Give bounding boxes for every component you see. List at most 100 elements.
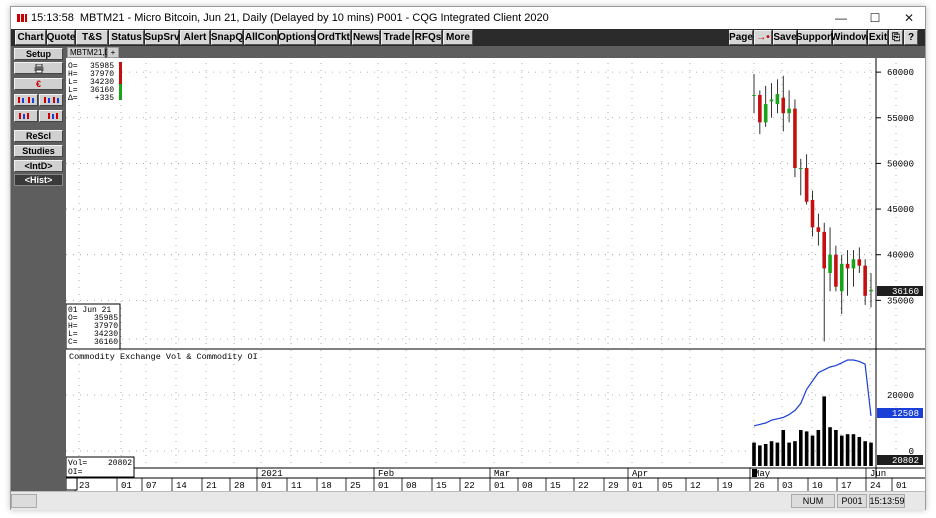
currency-button[interactable]: € xyxy=(14,78,63,90)
volume-bar xyxy=(799,430,803,466)
bars-right-icon xyxy=(48,113,58,119)
printer-icon xyxy=(34,63,43,73)
x-tick-label: 18 xyxy=(321,481,332,491)
candle-up xyxy=(769,99,774,102)
toolbar-button-save[interactable]: Save xyxy=(773,30,797,45)
bars-left-icon xyxy=(19,113,29,119)
price-tick-label: 40000 xyxy=(887,251,914,261)
toolbar-button-alert[interactable]: Alert xyxy=(180,30,210,45)
status-time: 15:13:59 xyxy=(869,494,905,508)
volume-bar xyxy=(752,442,756,466)
volume-bar xyxy=(763,444,768,466)
volume-legend: Vol= 20802 OI= xyxy=(65,456,135,478)
volume-bar xyxy=(775,442,780,466)
x-tick-label: 12 xyxy=(690,481,701,491)
x-tick-label: 29 xyxy=(608,481,619,491)
toolbar-button-support[interactable]: Support xyxy=(796,30,834,45)
toolbar-button-page[interactable]: Page xyxy=(729,30,753,45)
chart-area[interactable]: 60000 55000 50000 45000 40000 35000 36160 O= … xyxy=(65,58,925,508)
x-tick-label: 01 xyxy=(378,481,389,491)
toolbar-button-ordtkt[interactable]: OrdTkt xyxy=(316,30,351,45)
candle-up xyxy=(775,94,780,105)
left-toolbar: Setup € ReScl Studies <IntD> <Hist> xyxy=(11,46,66,491)
toolbar-button-chart[interactable]: Chart xyxy=(15,30,46,45)
title-bar: 15:13:58 MBTM21 - Micro Bitcoin, Jun 21,… xyxy=(11,7,925,29)
price-tick-label: 35000 xyxy=(887,296,914,306)
zoom-out-button[interactable] xyxy=(14,94,38,106)
toolbar-button-allcon[interactable]: AllCon xyxy=(244,30,278,45)
oi-value-label: 12508 xyxy=(892,409,919,419)
zoom-in-button[interactable] xyxy=(39,94,63,106)
toolbar-button-window[interactable]: Window xyxy=(831,30,869,45)
rescale-button[interactable]: ReScl xyxy=(14,130,63,142)
toolbar-button-news[interactable]: News xyxy=(352,30,380,45)
x-tick-label: 24 xyxy=(870,481,881,491)
print-button[interactable] xyxy=(14,62,63,74)
vol-value-tag: 20802 xyxy=(877,455,923,466)
scroll-start-box xyxy=(65,477,78,491)
ohlc-range-bar-red xyxy=(119,62,122,84)
month-label: Apr xyxy=(632,469,648,479)
volume-bar xyxy=(857,437,862,466)
price-tick-label: 45000 xyxy=(887,205,914,215)
volume-bar xyxy=(787,442,791,466)
volume-bar xyxy=(793,441,797,466)
toolbar-button-status[interactable]: Status xyxy=(109,30,144,45)
x-tick-label: 15 xyxy=(436,481,447,491)
toolbar-button-more[interactable]: More xyxy=(443,30,473,45)
toolbar-button-ts[interactable]: T&S xyxy=(76,30,108,45)
x-tick-label: 22 xyxy=(578,481,589,491)
toolbar-button-trade[interactable]: Trade xyxy=(381,30,413,45)
x-tick-label: 25 xyxy=(350,481,361,491)
x-tick-label: 21 xyxy=(206,481,217,491)
bar-detail-box: 01 Jun 21 O= 35985 H= 37970 L= 34230 C= … xyxy=(65,303,121,350)
x-tick-label: 19 xyxy=(722,481,733,491)
intraday-button[interactable]: <IntD> xyxy=(14,160,63,172)
status-page: P001 xyxy=(837,494,867,508)
app-logo-icon xyxy=(17,14,27,22)
close-button[interactable]: ✕ xyxy=(893,7,925,29)
month-label: Mar xyxy=(494,469,510,479)
candle-down xyxy=(857,259,862,266)
toolbar-button-quote[interactable]: Quote xyxy=(47,30,75,45)
volume-bar xyxy=(822,396,826,466)
toolbar-button-supsrv[interactable]: SupSrv xyxy=(145,30,180,45)
x-tick-label: 28 xyxy=(234,481,245,491)
vol-value: 20802 xyxy=(108,459,132,468)
volume-bar xyxy=(851,434,856,466)
x-tick-label: 01 xyxy=(632,481,643,491)
scroll-right-button[interactable] xyxy=(39,110,63,122)
minimize-button[interactable]: — xyxy=(825,7,857,29)
setup-button[interactable]: Setup xyxy=(14,48,63,60)
tab-symbol[interactable]: MBTM21,D xyxy=(67,47,110,58)
candle-down xyxy=(822,231,826,269)
toolbar-button-exit[interactable]: Exit xyxy=(868,30,888,45)
price-chart[interactable]: 60000 55000 50000 45000 40000 35000 36160 O= … xyxy=(65,58,925,508)
x-tick-label: 17 xyxy=(841,481,852,491)
add-tab-button[interactable]: + xyxy=(107,47,119,58)
maximize-button[interactable]: ☐ xyxy=(859,7,891,29)
volume-bar xyxy=(834,430,838,466)
candle-down xyxy=(781,97,786,114)
toolbar-button-snapq[interactable]: SnapQ xyxy=(211,30,243,45)
month-label: Feb xyxy=(378,469,394,479)
volume-bar xyxy=(863,441,867,466)
candle-down xyxy=(834,254,838,287)
volume-bar xyxy=(758,445,762,466)
detail-c-label: C= xyxy=(68,338,78,347)
toolbar-button-options[interactable]: Options xyxy=(278,30,316,45)
scroll-left-button[interactable] xyxy=(14,110,38,122)
toolbar-button-detach-icon[interactable]: ⎘ xyxy=(889,30,903,45)
toolbar-button-page-arrow[interactable]: →• xyxy=(754,30,772,45)
month-label: 2021 xyxy=(261,469,283,479)
status-bar: NUM P001 15:13:59 xyxy=(11,491,925,510)
toolbar-button-help[interactable]: ? xyxy=(904,30,918,45)
window-time: 15:13:58 xyxy=(31,12,74,24)
studies-button[interactable]: Studies xyxy=(14,145,63,157)
candle-down xyxy=(758,94,762,123)
candle-down xyxy=(863,265,867,296)
price-tick-label: 60000 xyxy=(887,68,914,78)
candle-down xyxy=(793,108,797,168)
historical-button[interactable]: <Hist> xyxy=(14,174,63,186)
toolbar-button-rfqs[interactable]: RFQs xyxy=(414,30,442,45)
